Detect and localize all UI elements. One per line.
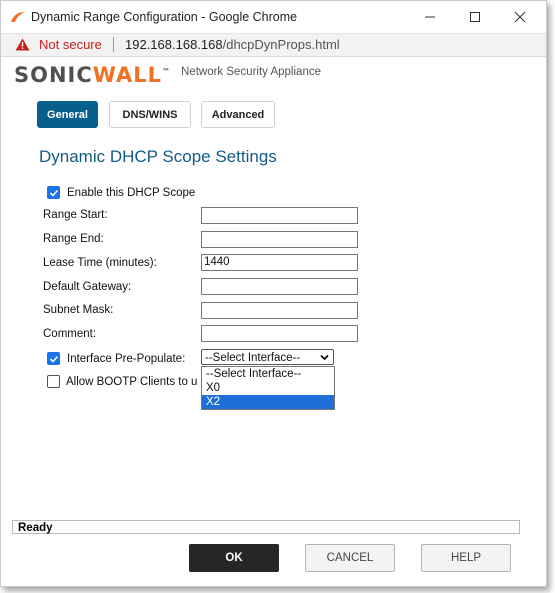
address-separator: [113, 37, 114, 52]
tab-advanced[interactable]: Advanced: [201, 101, 275, 128]
product-tagline: Network Security Appliance: [181, 66, 321, 78]
title-bar: Dynamic Range Configuration - Google Chr…: [1, 1, 546, 33]
minimize-icon[interactable]: [419, 7, 441, 27]
ok-button[interactable]: OK: [189, 544, 279, 572]
url-path: /dhcpDynProps.html: [222, 37, 340, 52]
browser-window: Dynamic Range Configuration - Google Chr…: [0, 0, 547, 587]
logo-text-sonic: SONIC: [14, 63, 93, 87]
dropdown-option[interactable]: --Select Interface--: [202, 367, 334, 381]
close-icon[interactable]: [509, 7, 531, 27]
lease-time-label: Lease Time (minutes):: [43, 257, 157, 269]
interface-prepopulate-checkbox[interactable]: [47, 352, 60, 365]
checkmark-icon: [49, 189, 59, 197]
comment-input[interactable]: [201, 325, 358, 342]
tab-general[interactable]: General: [37, 101, 98, 128]
interface-dropdown-list[interactable]: --Select Interface-- X0 X2: [201, 366, 335, 410]
comment-label: Comment:: [43, 328, 97, 340]
range-start-label: Range Start:: [43, 209, 108, 221]
enable-scope-checkbox[interactable]: [47, 186, 60, 199]
help-button[interactable]: HELP: [421, 544, 511, 572]
warning-icon[interactable]: [15, 38, 30, 51]
maximize-icon[interactable]: [464, 7, 486, 27]
allow-bootp-checkbox[interactable]: [47, 375, 60, 388]
tab-dns-wins[interactable]: DNS/WINS: [109, 101, 191, 128]
sonicwall-logo: SONICWALL™: [14, 63, 171, 87]
allow-bootp-label: Allow BOOTP Clients to u: [66, 376, 198, 388]
app-logo-icon: [11, 12, 25, 22]
page-title: Dynamic DHCP Scope Settings: [39, 147, 277, 166]
default-gateway-input[interactable]: [201, 278, 358, 295]
address-bar[interactable]: Not secure 192.168.168.168/dhcpDynProps.…: [1, 33, 546, 57]
dropdown-option[interactable]: X0: [202, 381, 334, 395]
interface-select-value: --Select Interface--: [205, 352, 301, 364]
cancel-button[interactable]: CANCEL: [305, 544, 395, 572]
interface-prepopulate-label: Interface Pre-Populate:: [67, 353, 186, 365]
status-bar: Ready: [12, 520, 520, 534]
url-text[interactable]: 192.168.168.168/dhcpDynProps.html: [125, 37, 340, 52]
checkmark-icon: [49, 355, 59, 363]
interface-select[interactable]: --Select Interface--: [201, 349, 334, 365]
range-end-label: Range End:: [43, 233, 104, 245]
range-start-input[interactable]: [201, 207, 358, 224]
subnet-mask-input[interactable]: [201, 302, 358, 319]
dropdown-option-highlighted[interactable]: X2: [202, 395, 334, 409]
url-host: 192.168.168.168: [125, 37, 223, 52]
window-title: Dynamic Range Configuration - Google Chr…: [31, 10, 298, 24]
logo-trademark: ™: [162, 67, 172, 76]
security-label[interactable]: Not secure: [39, 37, 102, 52]
range-end-input[interactable]: [201, 231, 358, 248]
default-gateway-label: Default Gateway:: [43, 281, 132, 293]
subnet-mask-label: Subnet Mask:: [43, 304, 114, 316]
enable-scope-label: Enable this DHCP Scope: [67, 187, 196, 199]
logo-text-wall: WALL: [92, 63, 163, 87]
chevron-down-icon: [320, 354, 329, 361]
lease-time-input[interactable]: 1440: [201, 254, 358, 271]
